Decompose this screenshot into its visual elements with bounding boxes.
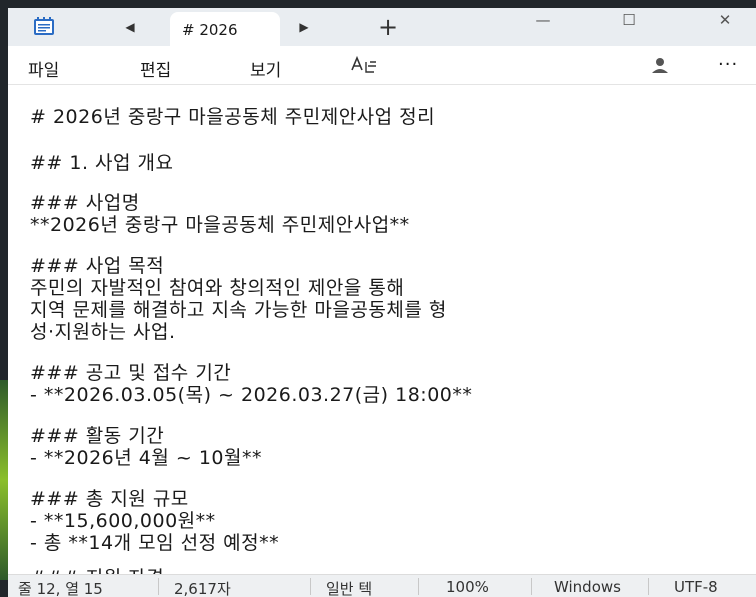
text-editor[interactable]: # 2026년 중랑구 마을공동체 주민제안사업 정리 ## 1. 사업 개요 … — [8, 85, 756, 574]
title-bar: ◀ # 2026 ▶ + — ☐ ✕ — [8, 8, 756, 46]
tab-title: # 2026 — [182, 21, 238, 39]
status-bar: 줄 12, 열 15 2,617자 일반 텍 100% Windows UTF-… — [8, 574, 756, 597]
editor-line: - **2026.03.05(목) ~ 2026.03.27(금) 18:00*… — [30, 384, 473, 406]
tab-document[interactable]: # 2026 — [170, 12, 280, 46]
menu-file[interactable]: 파일 — [28, 56, 59, 81]
minimize-button[interactable]: — — [520, 8, 566, 38]
status-divider — [648, 578, 649, 595]
scroll-tabs-right-icon[interactable]: ▶ — [296, 20, 312, 34]
editor-line: - **2026년 4월 ~ 10월** — [30, 447, 262, 469]
encoding[interactable]: UTF-8 — [674, 578, 718, 596]
line-ending[interactable]: Windows — [554, 578, 636, 596]
text-format[interactable]: 일반 텍 — [326, 578, 406, 597]
editor-line: ### 지원 자격 — [30, 563, 164, 574]
new-tab-button[interactable]: + — [374, 13, 402, 41]
notepad-window: ◀ # 2026 ▶ + — ☐ ✕ 파일 편집 보기 ··· # 2026년 … — [8, 8, 756, 597]
zoom-level[interactable]: 100% — [446, 578, 489, 596]
account-icon[interactable] — [648, 54, 672, 76]
menu-view[interactable]: 보기 — [250, 56, 281, 81]
close-button[interactable]: ✕ — [702, 8, 748, 38]
status-divider — [418, 578, 419, 595]
menu-edit[interactable]: 편집 — [140, 56, 171, 81]
font-settings-icon[interactable] — [350, 54, 378, 76]
menu-bar: 파일 편집 보기 ··· — [8, 46, 756, 85]
status-divider — [310, 578, 311, 595]
maximize-button[interactable]: ☐ — [606, 8, 652, 38]
character-count: 2,617자 — [174, 580, 231, 597]
editor-line: - 총 **14개 모임 선정 예정** — [30, 532, 280, 554]
editor-line: ## 1. 사업 개요 — [30, 152, 174, 174]
editor-line: # 2026년 중랑구 마을공동체 주민제안사업 정리 — [30, 106, 436, 128]
more-options-button[interactable]: ··· — [718, 54, 738, 75]
notepad-app-icon — [34, 17, 54, 35]
editor-line: 성·지원하는 사업. — [30, 321, 176, 343]
scroll-tabs-left-icon[interactable]: ◀ — [122, 20, 138, 34]
status-divider — [531, 578, 532, 595]
cursor-position: 줄 12, 열 15 — [18, 580, 103, 597]
editor-line: **2026년 중랑구 마을공동체 주민제안사업** — [30, 214, 410, 236]
status-divider — [158, 578, 159, 595]
